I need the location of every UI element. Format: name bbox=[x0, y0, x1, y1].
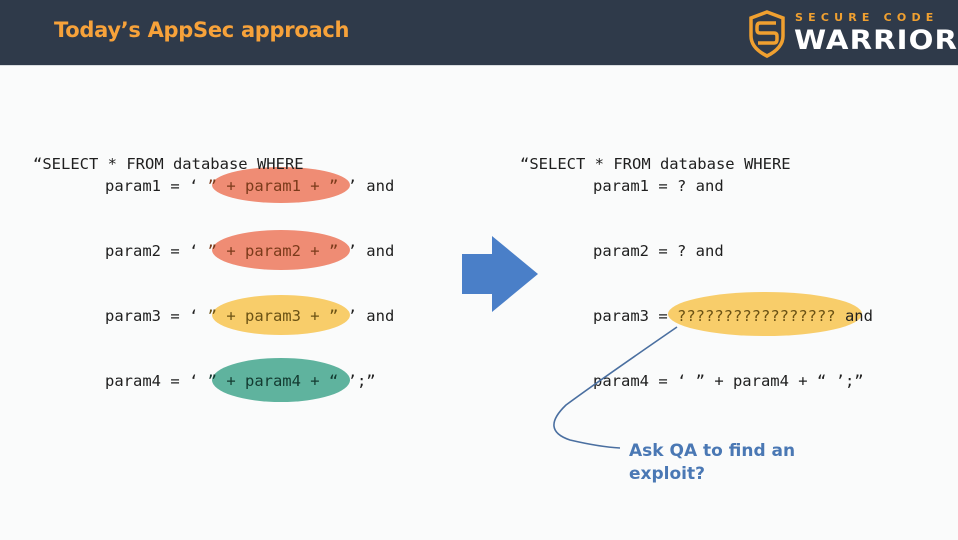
right-arrow-icon bbox=[462, 236, 538, 312]
line-suffix: ’ and bbox=[338, 307, 395, 325]
left-sql-line-3: param3 = ‘ ” + param3 + ” ’ and bbox=[105, 306, 394, 326]
line-prefix: param4 = ‘ bbox=[105, 372, 208, 390]
secure-code-warrior-logo: SECURE CODE WARRIOR bbox=[748, 8, 957, 60]
shield-s-icon bbox=[749, 10, 785, 58]
right-sql-first-line: “SELECT * FROM database WHERE bbox=[520, 155, 791, 173]
left-sql-line-4: param4 = ‘ ” + param4 + “ ’;” bbox=[105, 371, 376, 391]
logo-bottom-text: WARRIOR bbox=[794, 25, 958, 56]
left-sql-first-line: “SELECT * FROM database WHERE bbox=[33, 155, 304, 173]
left-sql-line-1: param1 = ‘ ” + param1 + ” ’ and bbox=[105, 176, 394, 196]
line-highlight: ” + param1 + ” bbox=[207, 177, 339, 195]
right-sql-line-3: param3 = ????????????????? and bbox=[593, 306, 873, 326]
line-highlight: ” + param2 + ” bbox=[207, 242, 339, 260]
right-sql-line-2: param2 = ? and bbox=[593, 242, 724, 260]
line-suffix: and bbox=[835, 307, 873, 325]
callout-text: Ask QA to find an exploit? bbox=[629, 441, 796, 484]
line-prefix: param3 = bbox=[593, 307, 677, 325]
line-highlight: ” + param4 + “ bbox=[207, 372, 339, 390]
line-prefix: param3 = ‘ bbox=[105, 307, 208, 325]
line-prefix: param1 = ‘ bbox=[105, 177, 208, 195]
line-highlight: ????????????????? bbox=[677, 307, 836, 325]
left-sql-line-2: param2 = ‘ ” + param2 + ” ’ and bbox=[105, 241, 394, 261]
line-suffix: ’;” bbox=[338, 372, 376, 390]
line-prefix: param2 = ‘ bbox=[105, 242, 208, 260]
line-highlight: ” + param3 + ” bbox=[207, 307, 339, 325]
slide-header: Today’s AppSec approach SECURE CODE WARR… bbox=[0, 0, 958, 66]
slide-title: Today’s AppSec approach bbox=[54, 18, 350, 42]
line-suffix: ’ and bbox=[338, 242, 395, 260]
logo-top-text: SECURE CODE bbox=[795, 11, 939, 24]
right-sql-line-1: param1 = ? and bbox=[593, 177, 724, 195]
right-sql-line-4: param4 = ‘ ” + param4 + “ ’;” bbox=[593, 372, 864, 390]
line-suffix: ’ and bbox=[338, 177, 395, 195]
